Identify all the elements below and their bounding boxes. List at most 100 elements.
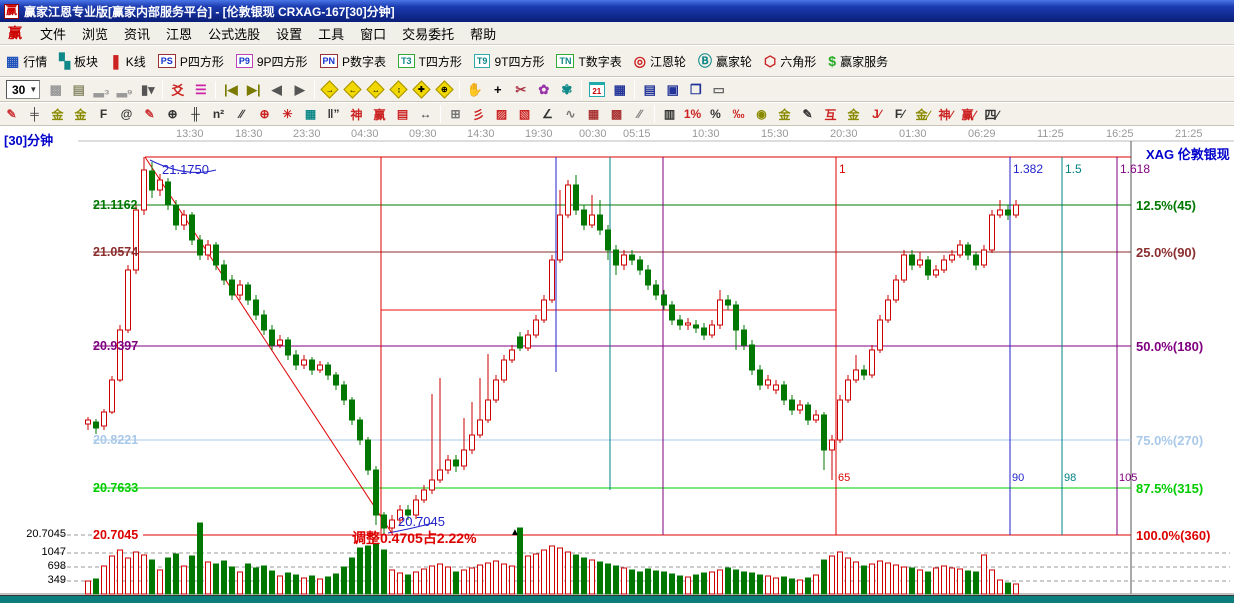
- ruler-button[interactable]: ▤: [391, 104, 414, 125]
- gold-angle-button[interactable]: 金∕: [911, 104, 934, 125]
- region-stats-button[interactable]: ✂: [509, 79, 532, 100]
- page-back-button[interactable]: ◀: [265, 79, 288, 100]
- candle-style-button[interactable]: ▮▾: [136, 79, 159, 100]
- toolbar-button-t-number-table[interactable]: TNT数字表: [550, 48, 627, 74]
- pencil-button[interactable]: ✎: [0, 104, 23, 125]
- calculator-button[interactable]: ▦: [608, 79, 631, 100]
- zoom-out-diamond-button[interactable]: ⊕: [433, 79, 456, 100]
- slant-lines-button[interactable]: ∕∕: [628, 104, 651, 125]
- toolbar-button-t-square[interactable]: T3T四方形: [392, 48, 468, 74]
- gann-brain-button[interactable]: ✾: [555, 79, 578, 100]
- percent-lines-button[interactable]: ‰: [727, 104, 750, 125]
- net-button[interactable]: ▩: [44, 79, 67, 100]
- k-quote-button[interactable]: ‖”: [322, 104, 345, 125]
- menu-item-交易委托[interactable]: 交易委托: [394, 22, 462, 45]
- star-red-button[interactable]: ✳: [276, 104, 299, 125]
- first-page-button[interactable]: |◀: [219, 79, 242, 100]
- box-tool-button[interactable]: ⊞: [444, 104, 467, 125]
- crosshair-button[interactable]: +: [486, 79, 509, 100]
- gold-lines-button[interactable]: 金: [773, 104, 796, 125]
- page-forward-button[interactable]: ▶: [288, 79, 311, 100]
- angle-mirror-button[interactable]: ∕∕: [230, 104, 253, 125]
- web-grid-button[interactable]: ▦: [299, 104, 322, 125]
- expand-right-button[interactable]: →: [318, 79, 341, 100]
- menu-item-文件[interactable]: 文件: [32, 22, 74, 45]
- shen-angle-button[interactable]: 神∕: [934, 104, 957, 125]
- gold-underline-button[interactable]: 金: [842, 104, 865, 125]
- menu-item-窗口[interactable]: 窗口: [352, 22, 394, 45]
- angle-tool-button[interactable]: ∠: [536, 104, 559, 125]
- last-page-button[interactable]: ▶|: [242, 79, 265, 100]
- notes-button[interactable]: ▤: [638, 79, 661, 100]
- toolbar-button-9t-square[interactable]: T99T四方形: [468, 48, 551, 74]
- h-measure-button[interactable]: ↔: [414, 104, 437, 125]
- color-volume-button[interactable]: ☰: [189, 79, 212, 100]
- compress-button[interactable]: ↕: [387, 79, 410, 100]
- formula-matrix-button[interactable]: 爻: [166, 79, 189, 100]
- price-grid-2-button[interactable]: ▩: [605, 104, 628, 125]
- one-percent-button[interactable]: 1%: [681, 104, 704, 125]
- pencil-candle-button[interactable]: ✎: [796, 104, 819, 125]
- chart-plot-area[interactable]: [78, 141, 1131, 594]
- n-square-button[interactable]: n²: [207, 104, 230, 125]
- gold-grid-1-button[interactable]: 金: [46, 104, 69, 125]
- toolbar-button-sectors[interactable]: ▚板块: [53, 48, 104, 74]
- window-titlebar[interactable]: 赢 赢家江恩专业版[赢家内部服务平台] - [伦敦银现 CRXAG-167[30…: [0, 0, 1234, 22]
- pencil-2-button[interactable]: ✎: [138, 104, 161, 125]
- print-button[interactable]: ▭: [707, 79, 730, 100]
- si-angle-button[interactable]: 四∕: [980, 104, 1003, 125]
- winner-service-icon: $: [828, 53, 836, 69]
- fan-box-button[interactable]: ▨: [490, 104, 513, 125]
- zigzag-button[interactable]: ∿: [559, 104, 582, 125]
- period-dropdown[interactable]: 30 ▼: [6, 80, 40, 99]
- toolbar-button-gann-wheel[interactable]: ◎江恩轮: [628, 48, 692, 74]
- menu-item-工具[interactable]: 工具: [310, 22, 352, 45]
- circle-grid-button[interactable]: ⊕: [161, 104, 184, 125]
- pattern-3-button[interactable]: ▂₃: [90, 79, 113, 100]
- hu-tool-button[interactable]: 互: [819, 104, 842, 125]
- grid-hash-button[interactable]: ╪: [23, 104, 46, 125]
- gold-grid-2-button[interactable]: 金: [69, 104, 92, 125]
- pattern-9-button[interactable]: ▂₉: [113, 79, 136, 100]
- spiral-button[interactable]: @: [115, 104, 138, 125]
- fan-box-2-button[interactable]: ▧: [513, 104, 536, 125]
- gold-circle-button[interactable]: ◉: [750, 104, 773, 125]
- circle-cross-red-button[interactable]: ⊕: [253, 104, 276, 125]
- toolbar-button-kline[interactable]: ❚K线: [104, 48, 152, 74]
- menu-item-设置[interactable]: 设置: [268, 22, 310, 45]
- f-grid-button[interactable]: F: [92, 104, 115, 125]
- level-table-button[interactable]: ▥: [658, 104, 681, 125]
- menu-item-江恩[interactable]: 江恩: [158, 22, 200, 45]
- save-button[interactable]: ▣: [661, 79, 684, 100]
- toolbar-button-hexagon[interactable]: ⬡六角形: [758, 48, 822, 74]
- j-angle-icon: J∕: [872, 107, 881, 121]
- toolbar-button-winner-service[interactable]: $赢家服务: [822, 48, 894, 74]
- expand-left-button[interactable]: ←: [341, 79, 364, 100]
- j-angle-button[interactable]: J∕: [865, 104, 888, 125]
- menu-item-浏览[interactable]: 浏览: [74, 22, 116, 45]
- shen-tool-button[interactable]: 神: [345, 104, 368, 125]
- f-angle-button[interactable]: F∕: [888, 104, 911, 125]
- expand-both-button[interactable]: ↔: [364, 79, 387, 100]
- ying-tool-button[interactable]: 赢: [368, 104, 391, 125]
- hash-2-button[interactable]: ╫: [184, 104, 207, 125]
- level-table-icon: ▥: [664, 107, 675, 121]
- toolbar-button-quotes[interactable]: ▦行情: [0, 48, 53, 74]
- toolbar-button-p-number-table[interactable]: PNP数字表: [314, 48, 393, 74]
- clipboard-button[interactable]: ▤: [67, 79, 90, 100]
- calendar-button[interactable]: 21: [585, 79, 608, 100]
- knot-tool-button[interactable]: ✿: [532, 79, 555, 100]
- menu-item-帮助[interactable]: 帮助: [462, 22, 504, 45]
- toolbar-button-9p-square[interactable]: P99P四方形: [230, 48, 314, 74]
- toolbar-button-p-square[interactable]: PSP四方形: [152, 48, 230, 74]
- windows-button[interactable]: ❒: [684, 79, 707, 100]
- drag-hand-button[interactable]: ✋: [463, 79, 486, 100]
- menu-item-资讯[interactable]: 资讯: [116, 22, 158, 45]
- zoom-in-diamond-button[interactable]: ✚: [410, 79, 433, 100]
- ying-angle-button[interactable]: 赢∕: [957, 104, 980, 125]
- price-grid-button[interactable]: ▦: [582, 104, 605, 125]
- toolbar-button-winner-wheel[interactable]: Ⓑ赢家轮: [692, 48, 758, 74]
- percent-button[interactable]: %: [704, 104, 727, 125]
- fan-lines-button[interactable]: 彡: [467, 104, 490, 125]
- menu-item-公式选股[interactable]: 公式选股: [200, 22, 268, 45]
